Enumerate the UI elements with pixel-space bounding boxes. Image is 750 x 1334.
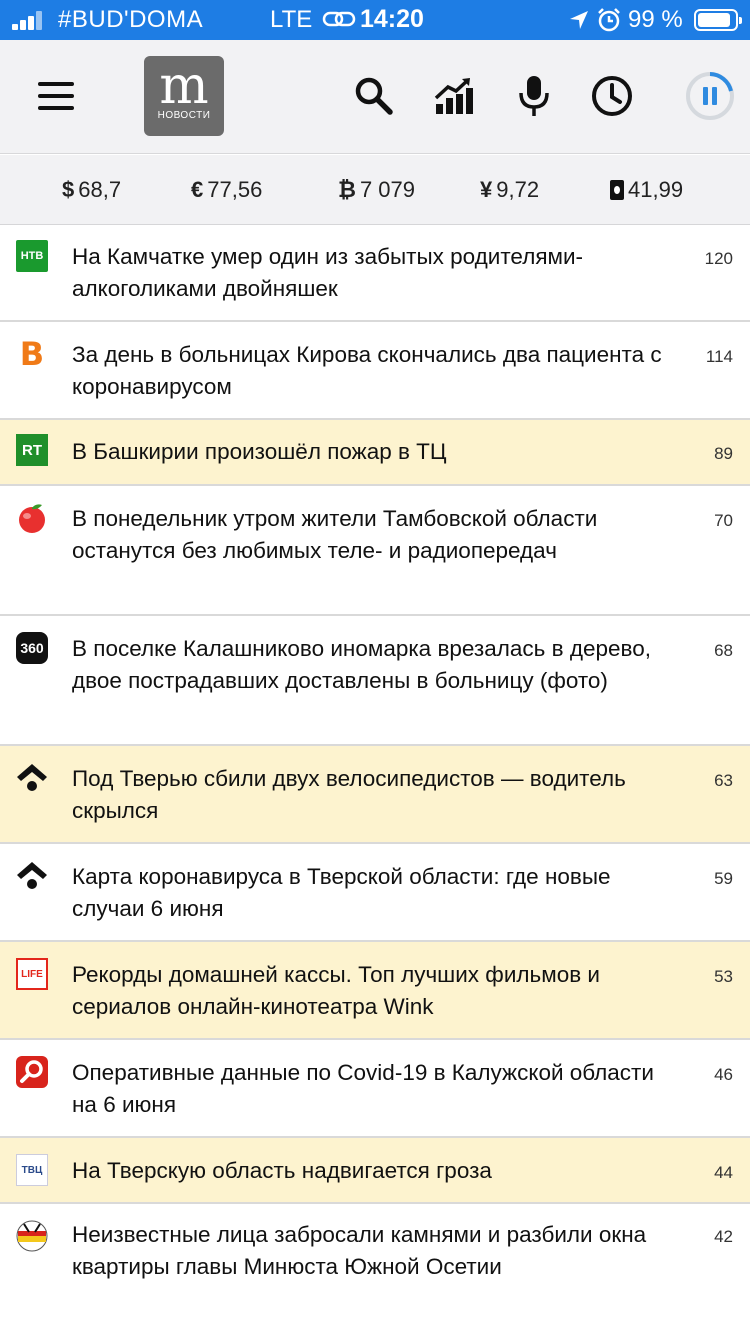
news-title: Под Тверью сбили двух велосипедистов — в… (72, 766, 626, 823)
rate-value: 77,56 (207, 177, 263, 202)
carrier-name: #BUD'DOMA (58, 6, 204, 33)
logo-caption: НОВОСТИ (157, 110, 211, 121)
menu-icon[interactable] (38, 82, 74, 110)
news-title: В поселке Калашниково иномарка врезалась… (72, 636, 651, 693)
news-title: Карта коронавируса в Тверской области: г… (72, 864, 611, 921)
tvc-badge: ТВЦ (16, 1154, 48, 1186)
bitcoin-icon: ₿ (338, 177, 356, 202)
news-title: На Тверскую область надвигается гроза (72, 1158, 492, 1183)
news-item[interactable]: В За день в больницах Кирова скончались … (0, 322, 750, 420)
news-item[interactable]: В понедельник утром жители Тамбовской об… (0, 486, 750, 616)
news-item[interactable]: 360 В поселке Калашниково иномарка вреза… (0, 616, 750, 746)
news-count: 46 (714, 1065, 733, 1084)
pause-icon[interactable] (684, 70, 736, 122)
news-title: В понедельник утром жители Тамбовской об… (72, 506, 598, 563)
battery-icon (694, 9, 742, 31)
clock-time: 14:20 (360, 5, 424, 33)
rate-value: 68,7 (78, 177, 122, 202)
rate-oil[interactable]: 41,99 (610, 177, 683, 203)
ntv-badge: НТВ (16, 240, 48, 272)
logo-letter: m (159, 56, 209, 116)
rate-value: 7 079 (359, 177, 415, 202)
diamond-dot-logo-icon (17, 764, 47, 791)
status-bar: #BUD'DOMA LTE 14:20 99 % (0, 0, 750, 40)
news-title: За день в больницах Кирова скончались дв… (72, 342, 662, 399)
location-arrow-icon (570, 11, 588, 29)
trending-icon[interactable] (432, 74, 476, 118)
life-logo-icon: LIFE (16, 958, 48, 990)
news-count: 70 (714, 511, 733, 530)
ossetia-flag-logo-icon (16, 1220, 48, 1252)
rate-usd[interactable]: $68,7 (62, 177, 121, 203)
v-badge: В (19, 335, 45, 373)
news-title: На Камчатке умер один из забытых родител… (72, 244, 584, 301)
v-logo-icon: В (16, 335, 48, 373)
microphone-icon[interactable] (512, 74, 556, 118)
news-item[interactable]: Карта коронавируса в Тверской области: г… (0, 844, 750, 942)
news-item[interactable]: ТВЦ На Тверскую область надвигается гроз… (0, 1138, 750, 1204)
alarm-icon (598, 8, 620, 32)
apple-logo-icon (19, 504, 45, 533)
red-magnifier-logo-icon (16, 1056, 48, 1088)
oil-barrel-icon (610, 180, 624, 200)
rate-value: 9,72 (496, 177, 540, 202)
news-count: 89 (714, 444, 733, 463)
360-logo-icon: 360 (16, 632, 48, 664)
clock-icon[interactable] (590, 74, 634, 118)
rt-badge: RT (16, 434, 48, 466)
tvc-logo-icon: ТВЦ (16, 1154, 48, 1186)
euro-icon: € (191, 177, 204, 202)
news-item[interactable]: RT В Башкирии произошёл пожар в ТЦ 89 (0, 420, 750, 486)
news-title: Рекорды домашней кассы. Топ лучших фильм… (72, 962, 600, 1019)
news-count: 42 (714, 1227, 733, 1246)
news-count: 120 (704, 249, 733, 268)
rate-eur[interactable]: €77,56 (191, 177, 262, 203)
news-item[interactable]: НТВ На Камчатке умер один из забытых род… (0, 226, 750, 322)
news-count: 59 (714, 869, 733, 888)
news-title: Оперативные данные по Covid-19 в Калужск… (72, 1060, 654, 1117)
news-list: НТВ На Камчатке умер один из забытых род… (0, 226, 750, 1334)
360-badge: 360 (16, 632, 48, 664)
rate-btc[interactable]: ₿ 7 079 (338, 177, 415, 203)
yuan-icon: ¥ (480, 177, 493, 202)
diamond-dot-logo-icon (17, 862, 47, 889)
battery-percent: 99 % (628, 6, 683, 33)
dollar-icon: $ (62, 177, 75, 202)
news-count: 63 (714, 771, 733, 790)
rt-logo-icon: RT (16, 434, 48, 466)
signal-strength-icon (12, 10, 48, 30)
news-item[interactable]: Неизвестные лица забросали камнями и раз… (0, 1204, 750, 1334)
news-count: 44 (714, 1163, 733, 1182)
currency-rates-bar: $68,7 €77,56 ₿ 7 079 ¥9,72 41,99 (0, 155, 750, 225)
rate-cny[interactable]: ¥9,72 (480, 177, 539, 203)
news-count: 68 (714, 641, 733, 660)
network-type: LTE (270, 6, 313, 33)
rate-value: 41,99 (628, 177, 684, 202)
link-icon (322, 11, 356, 27)
news-item[interactable]: Оперативные данные по Covid-19 в Калужск… (0, 1040, 750, 1138)
news-title: Неизвестные лица забросали камнями и раз… (72, 1222, 647, 1279)
ntv-logo-icon: НТВ (16, 240, 48, 272)
search-icon[interactable] (352, 74, 396, 118)
app-logo[interactable]: m НОВОСТИ (144, 56, 224, 136)
life-badge: LIFE (16, 958, 48, 990)
news-title: В Башкирии произошёл пожар в ТЦ (72, 439, 447, 464)
news-item[interactable]: Под Тверью сбили двух велосипедистов — в… (0, 746, 750, 844)
app-header: m НОВОСТИ (0, 40, 750, 154)
news-count: 114 (705, 347, 733, 366)
news-item[interactable]: LIFE Рекорды домашней кассы. Топ лучших … (0, 942, 750, 1040)
news-count: 53 (714, 967, 733, 986)
